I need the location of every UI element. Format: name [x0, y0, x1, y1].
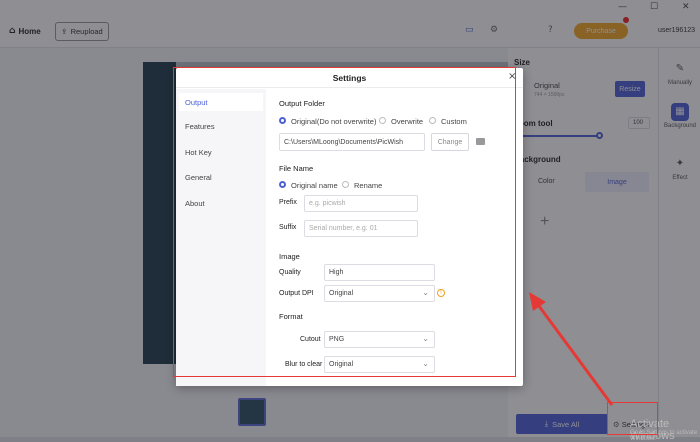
arrow-shaft: [534, 301, 614, 406]
arrow-head: [529, 292, 546, 311]
annotation-arrow: [529, 292, 614, 406]
